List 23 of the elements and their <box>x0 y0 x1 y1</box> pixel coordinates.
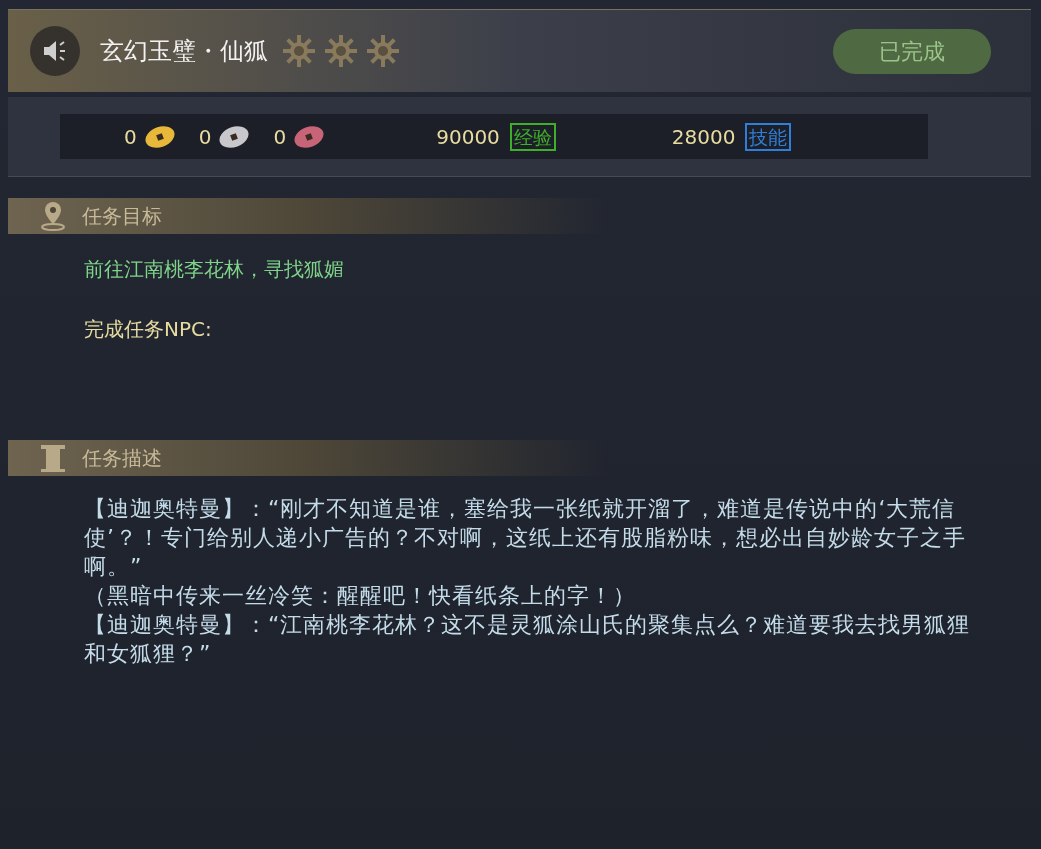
map-pin-icon <box>38 200 68 232</box>
currency-amount: 0 <box>124 123 137 151</box>
speaker-icon <box>42 39 68 63</box>
description-paragraph: （黑暗中传来一丝冷笑：醒醒吧！快看纸条上的字！） <box>84 582 637 610</box>
reward-amount: 90000 <box>436 123 500 151</box>
description-paragraph: 【迪迦奥特曼】：“江南桃李花林？这不是灵狐涂山氏的聚集点么？难道要我去找男狐狸和女狐狸？” <box>84 611 972 668</box>
sun-icon <box>366 34 400 68</box>
currency-amount: 0 <box>198 123 212 151</box>
description-paragraph: 【迪迦奥特曼】：“刚才不知道是谁，塞给我一张纸就开溜了，难道是传说中的‘大荒信使’？！专门给别人递小广告的？不对啊，这纸上还有股脂粉味，想必出自妙龄女子之手啊。” <box>84 495 967 581</box>
sound-button[interactable] <box>30 26 80 76</box>
objective-text: 前往江南桃李花林，寻找狐媚 <box>84 256 344 283</box>
npc-label: 完成任务NPC: <box>84 316 212 343</box>
pillar-icon <box>38 442 68 474</box>
quest-title: 玄幻玉璧・仙狐 <box>100 36 268 67</box>
status-badge: 已完成 <box>833 28 991 74</box>
section-title: 任务目标 <box>82 203 162 230</box>
reward-amount: 28000 <box>671 123 736 151</box>
section-title: 任务描述 <box>82 445 162 472</box>
sun-icon <box>282 34 316 68</box>
reward-tag: 技能 <box>745 122 792 151</box>
currency-amount: 0 <box>273 123 287 151</box>
sun-icon <box>324 34 358 68</box>
reward-tag: 经验 <box>509 122 556 151</box>
